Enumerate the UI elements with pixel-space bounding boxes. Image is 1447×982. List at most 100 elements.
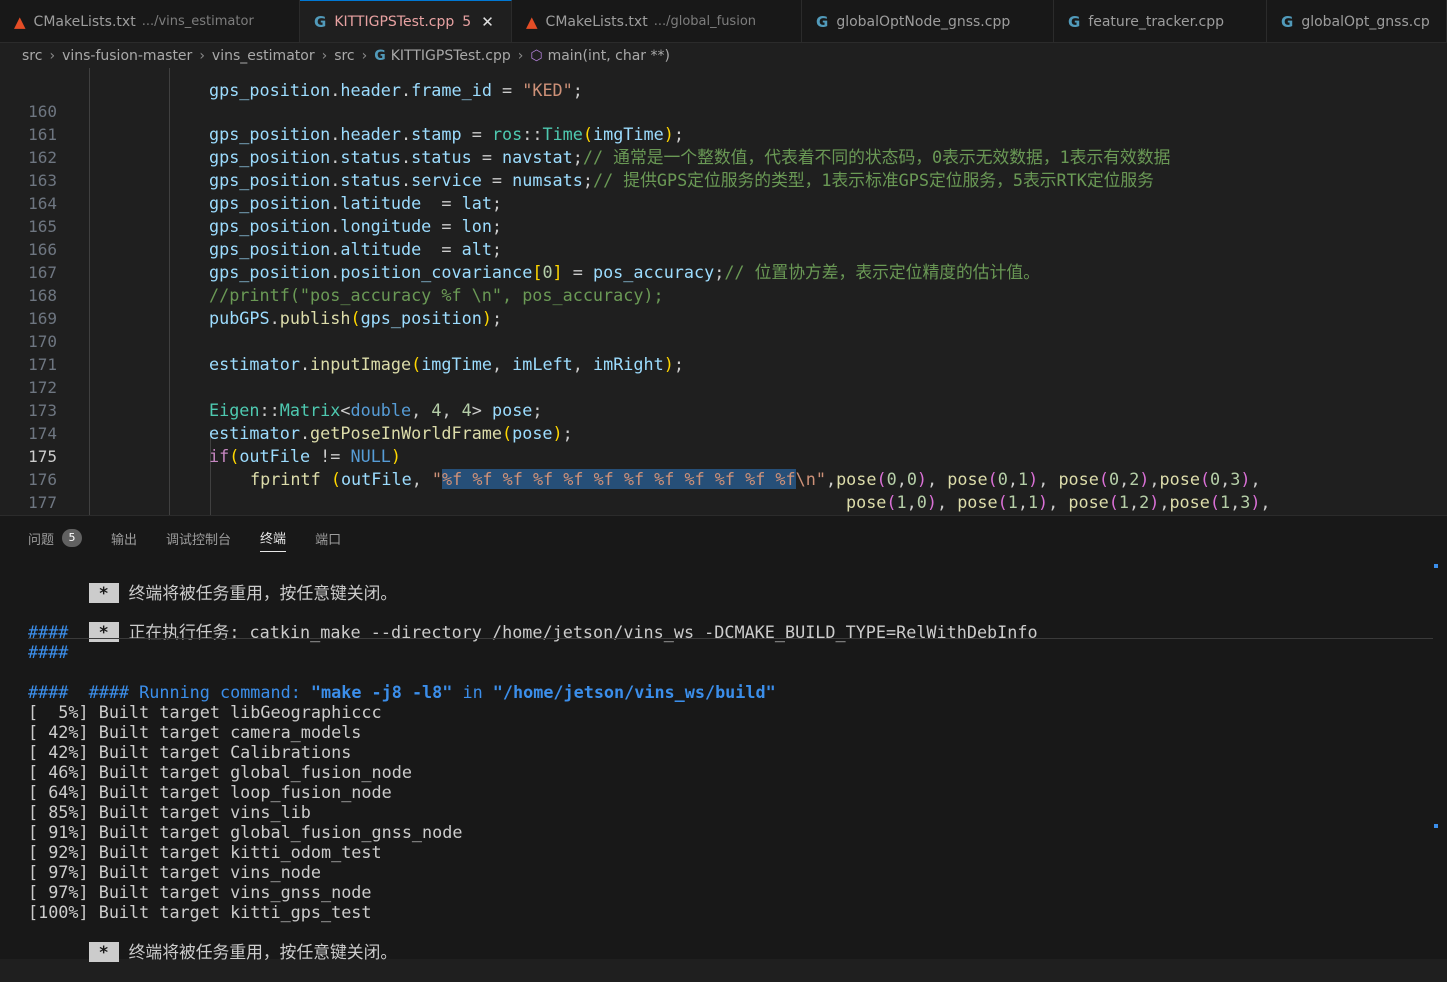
problem-count-badge: 5 — [462, 14, 472, 30]
cpp-icon: G — [374, 47, 386, 64]
tab-description: .../global_fusion — [653, 14, 757, 29]
code-line: 170 estimator.inputImage(imgTime, imLeft… — [0, 307, 1447, 374]
scrollbar-marker — [1434, 824, 1438, 828]
chevron-right-icon: › — [517, 47, 524, 64]
code-editor[interactable]: gps_position.header.frame_id = "KED"; 16… — [0, 68, 1447, 515]
cpp-icon: G — [1068, 12, 1081, 31]
code-line: 178 — [0, 491, 1447, 514]
task-indicator-icon: * — [88, 583, 119, 603]
chevron-right-icon: › — [361, 47, 368, 64]
terminal-line: #### — [28, 642, 69, 662]
code-line: 166 gps_position.position_covariance[0] … — [0, 215, 1447, 282]
code-line: 165 gps_position.altitude = alt; — [0, 192, 1447, 259]
tab-terminal[interactable]: 终端 — [260, 524, 287, 552]
terminal-text: "make -j8 -l8" — [310, 682, 453, 702]
tab-label: 终端 — [260, 532, 287, 547]
build-line: [ 64%] Built target loop_fusion_node — [28, 782, 392, 802]
bottom-panel: 问题 5 输出 调试控制台 终端 端口 * 终端将被任务重用，按任意键关闭。 * 正… — [0, 515, 1447, 962]
terminal-text: Running command: — [139, 682, 311, 702]
tab-description: .../vins_estimator — [141, 14, 254, 29]
breadcrumb-item[interactable]: src — [22, 48, 42, 64]
cmake-icon: ▲ — [526, 12, 538, 31]
breadcrumb: src › vins-fusion-master › vins_estimato… — [0, 43, 1447, 68]
breadcrumb-file-label: KITTIGPSTest.cpp — [390, 47, 511, 64]
terminal-text: 终端将被任务重用，按任意键关闭。 — [128, 942, 398, 962]
tab-kittigpstest[interactable]: G KITTIGPSTest.cpp 5 ✕ — [300, 0, 512, 42]
tab-cmakelists-global-fusion[interactable]: ▲ CMakeLists.txt .../global_fusion — [512, 0, 802, 42]
tab-ports[interactable]: 端口 — [315, 524, 341, 552]
cpp-icon: G — [314, 13, 327, 31]
code-line: 173 estimator.getPoseInWorldFrame(pose); — [0, 376, 1447, 443]
chevron-right-icon: › — [199, 47, 205, 64]
tab-label: 问题 — [28, 532, 55, 548]
terminal-line: #### — [28, 682, 69, 702]
cmake-icon: ▲ — [14, 12, 26, 31]
tab-label: feature_tracker.cpp — [1088, 13, 1224, 30]
build-line: [ 91%] Built target global_fusion_gnss_n… — [28, 822, 463, 842]
build-line: [ 42%] Built target Calibrations — [28, 742, 352, 762]
tab-label: KITTIGPSTest.cpp — [334, 14, 455, 30]
terminal-text: #### — [88, 682, 130, 702]
code-line-current: 175 fprintf (outFile, "%f %f %f %f %f %f… — [0, 422, 1447, 489]
tab-output[interactable]: 输出 — [111, 524, 137, 552]
breadcrumb-symbol[interactable]: ⬡ main(int, char **) — [530, 48, 670, 64]
scrollbar-marker — [1434, 564, 1438, 568]
tab-label: globalOpt_gnss.cp — [1301, 13, 1430, 30]
tab-problems[interactable]: 问题 5 — [28, 524, 83, 552]
build-line: [ 42%] Built target camera_models — [28, 722, 362, 742]
code-line: 174 if(outFile != NULL) — [0, 399, 1447, 466]
code-line: 168 pubGPS.publish(gps_position); — [0, 261, 1447, 328]
terminal-line: #### — [28, 622, 69, 642]
terminal-line: #### Running command: "make -j8 -l8" in … — [28, 662, 776, 702]
terminal-divider — [28, 638, 1433, 639]
tab-label: CMakeLists.txt — [33, 13, 136, 30]
terminal-output[interactable]: * 终端将被任务重用，按任意键关闭。 * 正在执行任务: catkin_make -… — [28, 560, 1433, 962]
build-line: [ 5%] Built target libGeographiccc — [28, 702, 382, 722]
terminal-text: 终端将被任务重用，按任意键关闭。 — [128, 583, 398, 603]
tab-feature-tracker[interactable]: G feature_tracker.cpp — [1054, 0, 1267, 42]
code-line: 172 Eigen::Matrix<double, 4, 4> pose; — [0, 353, 1447, 420]
build-line: [100%] Built target kitti_gps_test — [28, 902, 372, 922]
tab-globaloptnode-gnss[interactable]: G globalOptNode_gnss.cpp — [802, 0, 1054, 42]
tab-debug-console[interactable]: 调试控制台 — [166, 524, 231, 552]
chevron-right-icon: › — [321, 47, 328, 64]
problems-count-badge: 5 — [62, 529, 83, 547]
tab-label: CMakeLists.txt — [545, 13, 648, 30]
tab-cmakelists-vins-estimator[interactable]: ▲ CMakeLists.txt .../vins_estimator — [0, 0, 300, 42]
terminal-line: * 终端将被任务重用，按任意键关闭。 — [28, 563, 397, 603]
task-indicator-icon: * — [88, 942, 119, 962]
breadcrumb-symbol-label: main(int, char **) — [547, 47, 670, 64]
code-line: 160 gps_position.header.stamp = ros::Tim… — [0, 77, 1447, 144]
cpp-icon: G — [816, 12, 829, 31]
code-line: 162 gps_position.status.service = numsat… — [0, 123, 1447, 190]
terminal-text: in — [452, 682, 493, 702]
code-line: 167 //printf("pos_accuracy %f \n", pos_a… — [0, 238, 1447, 305]
code-line: 164 gps_position.longitude = lon; — [0, 169, 1447, 236]
build-line: [ 85%] Built target vins_lib — [28, 802, 311, 822]
code-line: 177 pose(2,0), pose(2,1), pose(2,2),pose… — [0, 468, 1447, 512]
tab-label: 端口 — [315, 532, 342, 548]
editor-tab-bar: ▲ CMakeLists.txt .../vins_estimator G KI… — [0, 0, 1447, 43]
breadcrumb-item[interactable]: vins-fusion-master — [62, 48, 192, 64]
code-line: 163 gps_position.latitude = lat; — [0, 146, 1447, 213]
build-line: [ 92%] Built target kitti_odom_test — [28, 842, 382, 862]
tab-globalopt-gnss[interactable]: G globalOpt_gnss.cp — [1267, 0, 1447, 42]
breadcrumb-item[interactable]: vins_estimator — [212, 48, 315, 64]
task-indicator-icon: * — [88, 622, 119, 642]
method-symbol-icon: ⬡ — [530, 47, 543, 64]
terminal-line: * 终端将被任务重用，按任意键关闭。 — [28, 922, 397, 962]
code-line: 169 — [0, 284, 1447, 328]
build-line: [ 46%] Built target global_fusion_node — [28, 762, 412, 782]
terminal-text: "/home/jetson/vins_ws/build" — [492, 682, 776, 702]
breadcrumb-file[interactable]: G KITTIGPSTest.cpp — [374, 48, 510, 64]
tab-label: 调试控制台 — [166, 532, 232, 548]
code-line: 176 pose(1,0), pose(1,1), pose(1,2),pose… — [0, 445, 1447, 512]
build-line: [ 97%] Built target vins_gnss_node — [28, 882, 372, 902]
breadcrumb-item[interactable]: src — [334, 48, 354, 64]
close-icon[interactable]: ✕ — [481, 13, 494, 31]
terminal-line: * 正在执行任务: catkin_make --directory /home/j… — [28, 602, 1038, 642]
code-line: 171 — [0, 330, 1447, 374]
terminal-text: 正在执行任务: catkin_make --directory /home/je… — [128, 622, 1038, 642]
panel-tab-bar: 问题 5 输出 调试控制台 终端 端口 — [0, 516, 1447, 560]
tab-label: globalOptNode_gnss.cpp — [836, 13, 1011, 30]
